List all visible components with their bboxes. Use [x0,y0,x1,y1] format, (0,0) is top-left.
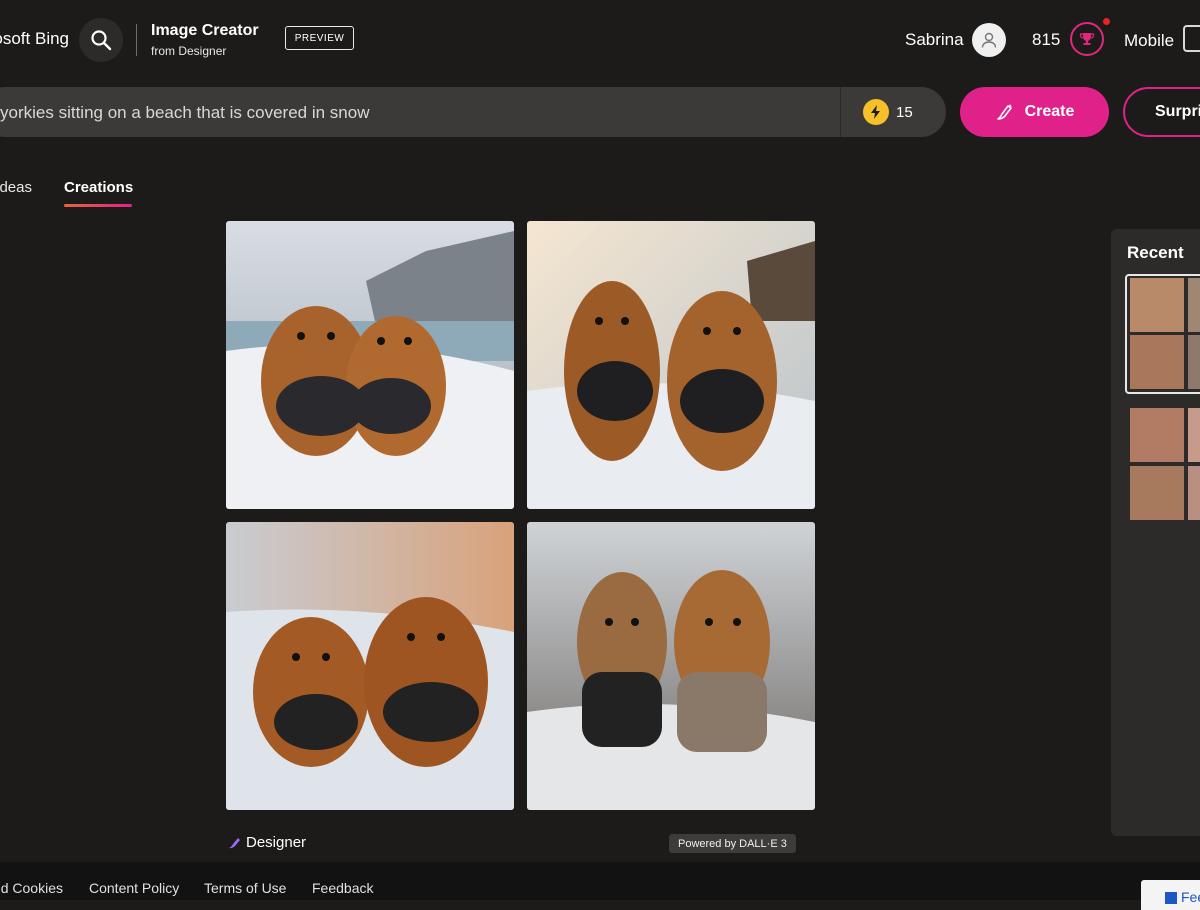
app-title[interactable]: Image Creator [151,22,259,40]
yorkie-image-2 [527,221,815,509]
brand-name: Microsoft Bing [0,29,69,48]
recent-thumbnail[interactable] [1188,278,1200,332]
notification-dot [1103,18,1110,25]
footer-link-terms[interactable]: Terms of Use [204,880,286,896]
recent-title: Recent [1127,243,1184,262]
footer-link-feedback[interactable]: Feedback [312,880,373,896]
designer-label: Designer [246,834,307,851]
avatar[interactable] [972,23,1006,57]
app-subtitle: from Designer [151,44,227,58]
user-name[interactable]: Sabrina [905,30,964,50]
lightning-icon [871,105,880,119]
result-image-3[interactable] [226,522,514,810]
recent-thumbnail[interactable] [1130,335,1184,389]
designer-link[interactable]: Designer [227,834,306,851]
prompt-input[interactable]: yorkies sitting on a beach that is cover… [0,103,369,123]
preview-badge: PREVIEW [285,26,354,50]
user-icon [981,32,997,48]
yorkie-image-3 [226,522,514,810]
create-label: Create [1024,103,1075,120]
boost-count: 15 [896,104,913,121]
footer-link-privacy[interactable]: Privacy and Cookies [0,880,64,900]
feedback-icon [1165,892,1177,904]
recent-thumbnail[interactable] [1130,278,1184,332]
boost-icon[interactable] [863,99,889,125]
search-button[interactable] [79,18,123,62]
header-divider [136,24,137,56]
designer-icon [229,838,240,849]
create-button[interactable]: Create [960,87,1109,137]
search-icon [91,30,112,51]
surprise-label: Surprise Me [1155,103,1200,120]
result-image-1[interactable] [226,221,514,509]
recent-thumbnail[interactable] [1130,408,1184,462]
trophy-icon [1079,33,1095,45]
prompt-divider [840,87,841,137]
recent-thumbnail[interactable] [1188,335,1200,389]
result-image-2[interactable] [527,221,815,509]
tab-ideas-label: Ideas [0,179,32,196]
feedback-button[interactable]: Feedback [1141,880,1200,910]
feedback-button-label: Feedback [1181,889,1200,905]
footer [0,862,1200,900]
create-icon [996,104,1012,120]
result-image-4[interactable] [527,522,815,810]
footer-link-content-policy[interactable]: Content Policy [89,880,179,896]
rewards-button[interactable] [1070,22,1104,56]
footer-link-label: Privacy and Cookies [0,880,63,896]
rewards-points[interactable]: 815 [1032,30,1060,50]
yorkie-image-1 [226,221,514,509]
yorkie-image-4 [527,522,815,810]
surprise-me-button[interactable]: Surprise Me [1123,87,1200,137]
phone-icon[interactable] [1183,25,1200,52]
powered-by-badge: Powered by DALL·E 3 [669,834,796,853]
mobile-link[interactable]: Mobile [1124,31,1174,51]
brand-logo[interactable]: Microsoft Bing [0,20,75,60]
tab-ideas[interactable]: Ideas [0,179,40,199]
recent-thumbnail[interactable] [1130,466,1184,520]
recent-thumbnail[interactable] [1188,466,1200,520]
active-tab-indicator [64,204,132,207]
recent-thumbnail[interactable] [1188,408,1200,462]
tab-creations[interactable]: Creations [64,179,133,196]
